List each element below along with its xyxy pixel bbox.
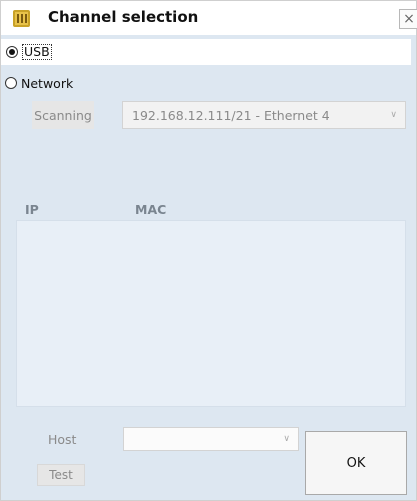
interface-select[interactable]: 192.168.12.111/21 - Ethernet 4 ∨ — [122, 101, 406, 129]
title-bar[interactable]: Channel selection × — [1, 1, 417, 35]
column-header-mac: MAC — [135, 202, 167, 217]
network-radio[interactable] — [5, 77, 17, 89]
usb-option[interactable]: USB — [1, 39, 411, 65]
chevron-down-icon: ∨ — [390, 110, 397, 120]
scanning-button[interactable]: Scanning — [32, 101, 94, 129]
close-button[interactable]: × — [399, 9, 417, 29]
interface-value: 192.168.12.111/21 - Ethernet 4 — [132, 107, 330, 123]
column-header-ip: IP — [25, 202, 39, 217]
network-label: Network — [21, 75, 74, 91]
test-button[interactable]: Test — [37, 464, 85, 486]
usb-radio[interactable] — [6, 46, 18, 58]
host-select[interactable]: ∨ — [123, 427, 299, 451]
ok-button[interactable]: OK — [305, 431, 407, 495]
app-icon — [13, 10, 30, 27]
chevron-down-icon: ∨ — [283, 434, 290, 444]
usb-label: USB — [22, 44, 52, 60]
host-label: Host — [48, 432, 77, 447]
dialog-title: Channel selection — [48, 8, 199, 26]
network-option[interactable]: Network — [5, 73, 73, 93]
dialog-content: USB Network Scanning 192.168.12.111/21 -… — [1, 35, 416, 500]
device-list[interactable] — [16, 220, 406, 407]
channel-selection-dialog: Channel selection × USB Network Scanning… — [0, 0, 417, 501]
